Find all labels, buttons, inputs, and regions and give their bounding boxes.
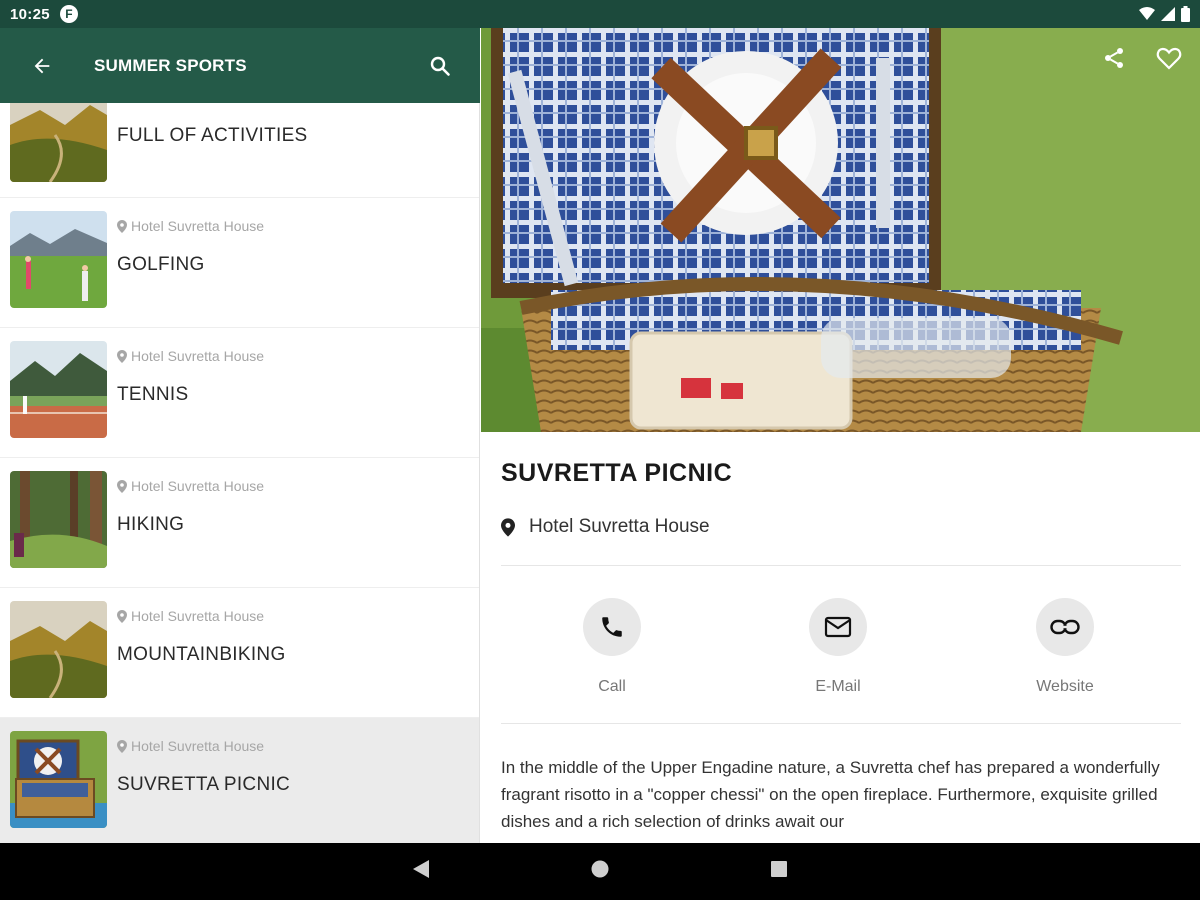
website-icon-circle bbox=[1036, 598, 1094, 656]
detail-description: In the middle of the Upper Engadine natu… bbox=[501, 758, 1160, 831]
list-item-name: HIKING bbox=[117, 514, 185, 535]
call-label: Call bbox=[598, 678, 626, 695]
battery-icon bbox=[1181, 6, 1190, 22]
website-button[interactable]: Website bbox=[995, 598, 1135, 696]
email-label: E-Mail bbox=[815, 678, 861, 695]
triangle-back-icon bbox=[413, 860, 429, 878]
activity-thumbnail bbox=[10, 731, 107, 828]
detail-title: SUVRETTA PICNIC bbox=[501, 459, 733, 487]
notification-icon: F bbox=[59, 5, 78, 23]
call-button[interactable]: Call bbox=[542, 598, 682, 696]
status-bar: 10:25 F bbox=[0, 0, 1200, 28]
system-navigation-bar bbox=[0, 843, 1200, 900]
activity-thumbnail bbox=[10, 211, 107, 308]
link-icon bbox=[1050, 619, 1080, 635]
activity-thumbnail bbox=[10, 103, 107, 182]
share-icon bbox=[1105, 48, 1123, 68]
activity-thumbnail bbox=[10, 601, 107, 698]
activity-list: FULL OF ACTIVITIES Hotel Suvretta House … bbox=[0, 103, 480, 843]
list-item-name: FULL OF ACTIVITIES bbox=[117, 125, 308, 146]
mail-icon bbox=[824, 616, 852, 638]
status-icons bbox=[1139, 6, 1190, 22]
location-pin-icon bbox=[501, 517, 515, 537]
list-item-location: Hotel Suvretta House bbox=[117, 608, 264, 624]
website-label: Website bbox=[1036, 678, 1094, 695]
list-item-tennis[interactable]: Hotel Suvretta House TENNIS bbox=[0, 328, 479, 458]
email-icon-circle bbox=[809, 598, 867, 656]
list-item-golfing[interactable]: Hotel Suvretta House GOLFING bbox=[0, 198, 479, 328]
divider bbox=[501, 723, 1181, 724]
list-item-name: GOLFING bbox=[117, 254, 205, 275]
signal-icon bbox=[1161, 7, 1175, 21]
email-button[interactable]: E-Mail bbox=[768, 598, 908, 696]
detail-location: Hotel Suvretta House bbox=[501, 516, 710, 538]
circle-home-icon bbox=[591, 860, 609, 878]
location-pin-icon bbox=[117, 349, 127, 363]
search-button[interactable] bbox=[400, 28, 480, 103]
hero-image bbox=[481, 28, 1200, 432]
location-pin-icon bbox=[117, 609, 127, 623]
list-item-location: Hotel Suvretta House bbox=[117, 348, 264, 364]
activity-thumbnail bbox=[10, 471, 107, 568]
back-button[interactable] bbox=[0, 28, 84, 103]
detail-location-text: Hotel Suvretta House bbox=[529, 516, 710, 537]
search-icon bbox=[430, 56, 450, 76]
list-item-location: Hotel Suvretta House bbox=[117, 478, 264, 494]
page-title: SUMMER SPORTS bbox=[94, 55, 247, 75]
divider bbox=[501, 565, 1181, 566]
wifi-icon bbox=[1139, 7, 1155, 20]
list-item-name: MOUNTAINBIKING bbox=[117, 644, 286, 665]
nav-recents-button[interactable] bbox=[770, 860, 788, 883]
app-bar: SUMMER SPORTS bbox=[0, 28, 480, 103]
phone-icon bbox=[602, 617, 622, 637]
list-item-location: Hotel Suvretta House bbox=[117, 218, 264, 234]
picnic-basket-photo bbox=[481, 28, 1200, 432]
status-time: 10:25 bbox=[10, 5, 50, 23]
location-pin-icon bbox=[117, 739, 127, 753]
heart-icon bbox=[1156, 47, 1182, 70]
list-item-location: Hotel Suvretta House bbox=[117, 738, 264, 754]
square-recents-icon bbox=[771, 861, 787, 877]
list-item-name: SUVRETTA PICNIC bbox=[117, 774, 291, 795]
activity-thumbnail bbox=[10, 341, 107, 438]
location-pin-icon bbox=[117, 219, 127, 233]
list-item-full-of-activities[interactable]: FULL OF ACTIVITIES bbox=[0, 103, 479, 198]
detail-panel: SUVRETTA PICNIC Hotel Suvretta House Cal… bbox=[481, 432, 1200, 843]
nav-back-button[interactable] bbox=[412, 859, 430, 884]
list-item-suvretta-picnic[interactable]: Hotel Suvretta House SUVRETTA PICNIC bbox=[0, 718, 479, 843]
hero-actions bbox=[1102, 46, 1182, 75]
location-pin-icon bbox=[117, 479, 127, 493]
call-icon-circle bbox=[583, 598, 641, 656]
favorite-button[interactable] bbox=[1156, 46, 1182, 75]
list-item-mountainbiking[interactable]: Hotel Suvretta House MOUNTAINBIKING bbox=[0, 588, 479, 718]
arrow-back-icon bbox=[34, 58, 50, 73]
nav-home-button[interactable] bbox=[590, 859, 610, 884]
list-item-name: TENNIS bbox=[117, 384, 189, 405]
share-button[interactable] bbox=[1102, 46, 1126, 75]
list-item-hiking[interactable]: Hotel Suvretta House HIKING bbox=[0, 458, 479, 588]
